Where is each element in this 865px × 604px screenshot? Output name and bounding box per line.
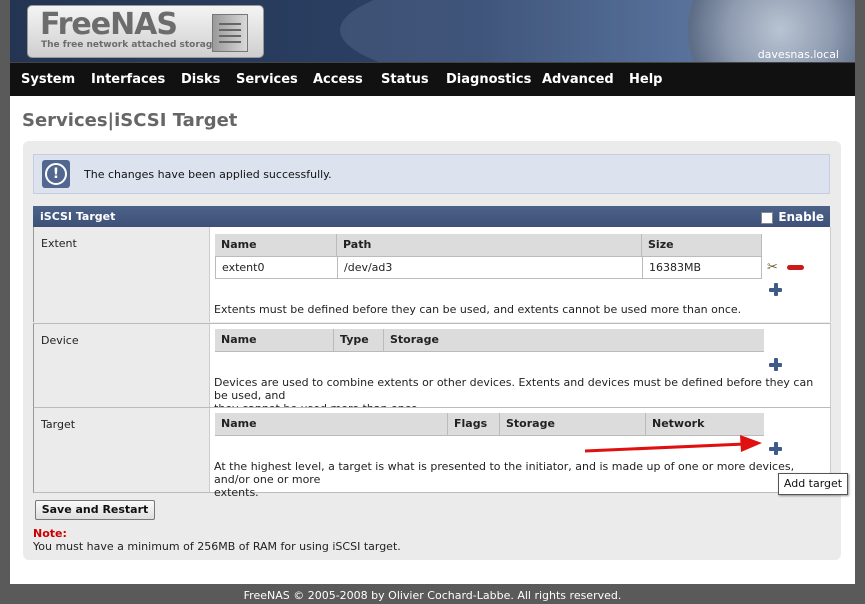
footer: FreeNAS © 2005-2008 by Olivier Cochard-L… xyxy=(243,589,622,602)
arrow-head xyxy=(740,435,762,452)
arrow-annotation xyxy=(584,435,762,453)
add-target-tooltip: Add target xyxy=(778,473,848,495)
arrow-shaft xyxy=(584,442,746,453)
